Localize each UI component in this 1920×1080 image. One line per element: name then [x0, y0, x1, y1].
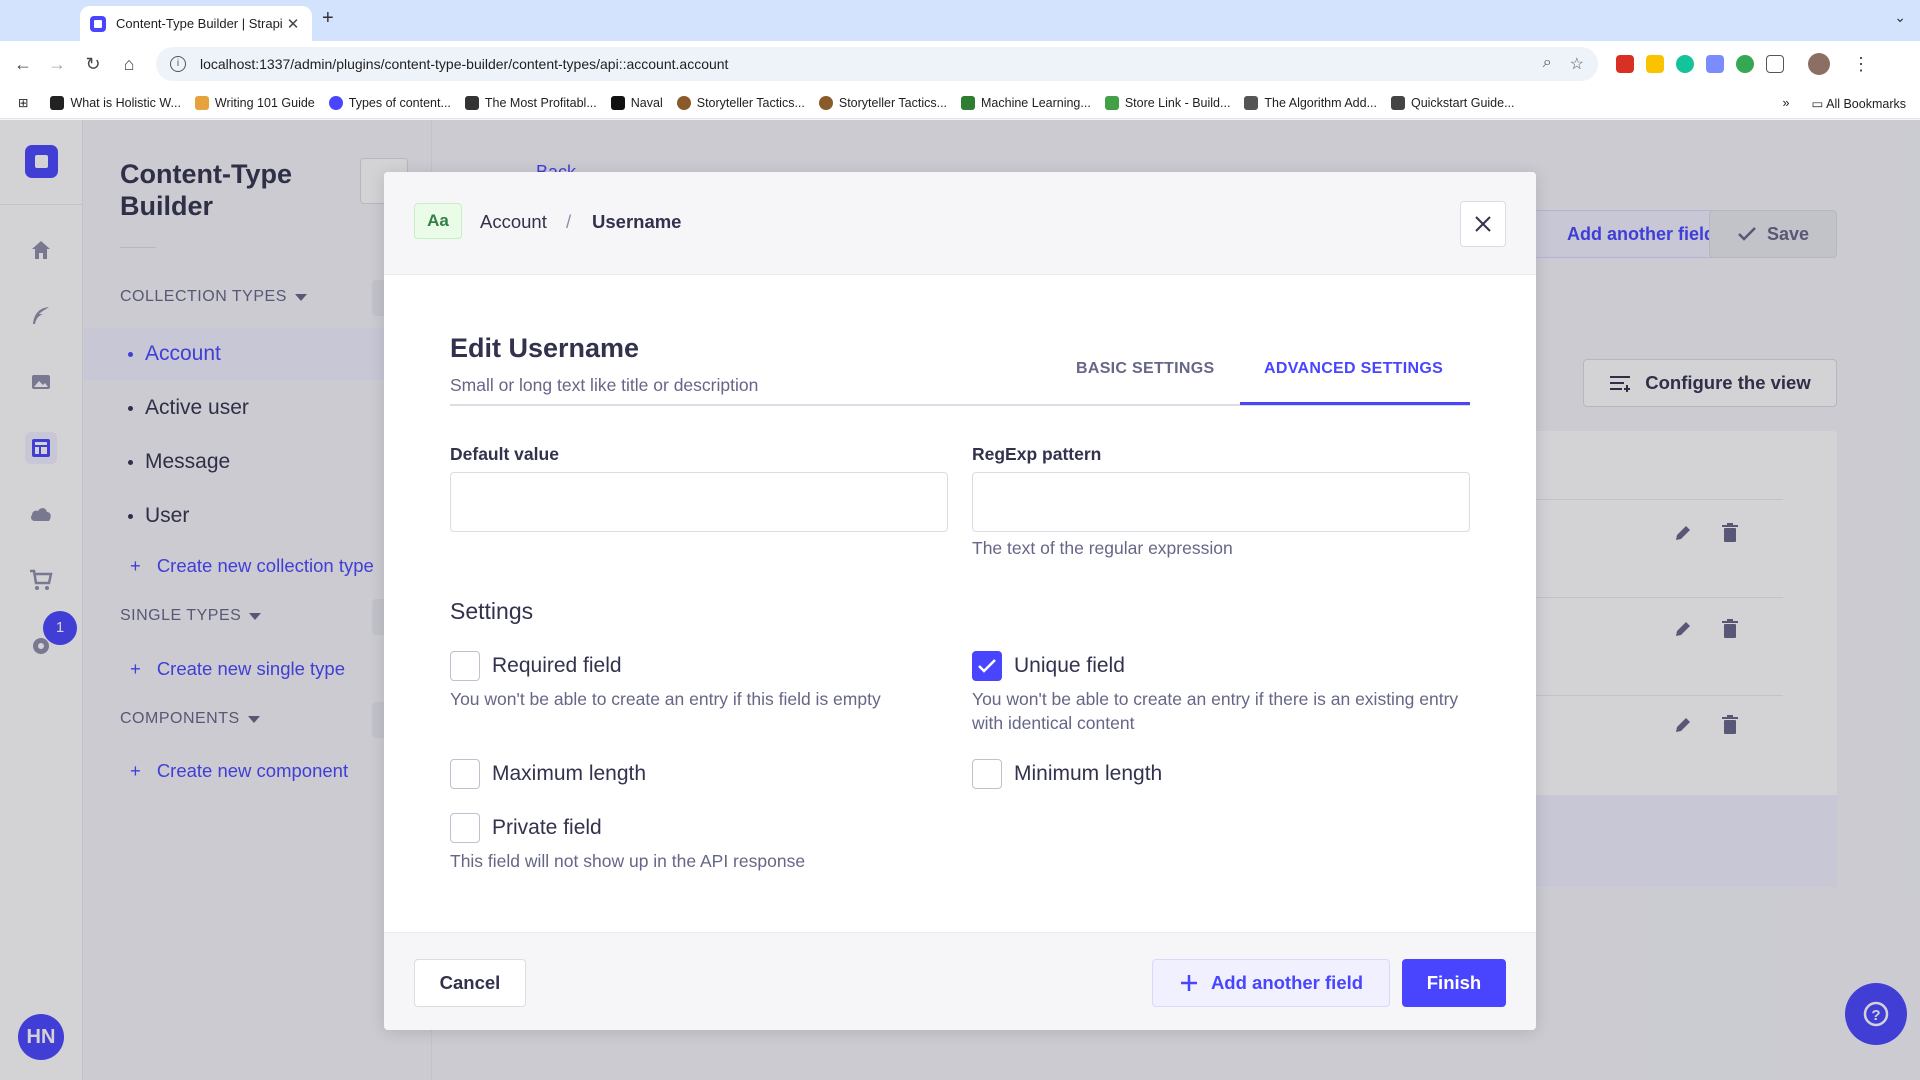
- bookmark-item[interactable]: Writing 101 Guide: [194, 95, 315, 110]
- bookmark-favicon-icon: [818, 95, 833, 110]
- unique-field-label[interactable]: Unique field: [1014, 654, 1125, 678]
- bookmark-item[interactable]: Storyteller Tactics...: [818, 95, 947, 110]
- bookmark-favicon-icon: [610, 95, 625, 110]
- tab-basic-settings[interactable]: BASIC SETTINGS: [1076, 360, 1214, 378]
- regexp-hint: The text of the regular expression: [972, 538, 1233, 558]
- close-icon: [1475, 216, 1491, 232]
- folder-icon: ▭: [1811, 96, 1824, 111]
- url-text[interactable]: localhost:1337/admin/plugins/content-typ…: [200, 56, 1543, 72]
- bookmarks-bar: ⊞ What is Holistic W... Writing 101 Guid…: [0, 87, 1920, 119]
- extension-doc-icon[interactable]: [1706, 55, 1724, 73]
- required-field-hint: You won't be able to create an entry if …: [450, 689, 881, 709]
- strapi-favicon-icon: [90, 15, 106, 32]
- min-length-label[interactable]: Minimum length: [1014, 762, 1162, 786]
- tab-title: Content-Type Builder | Strapi: [116, 16, 283, 31]
- all-bookmarks-folder[interactable]: ▭ All Bookmarks: [1812, 96, 1907, 111]
- active-tab-indicator: [1240, 402, 1470, 405]
- edit-field-modal: Aa Account / Username Edit Username Smal…: [384, 172, 1536, 1030]
- bookmark-item[interactable]: The Algorithm Add...: [1244, 95, 1377, 110]
- bookmark-item[interactable]: Machine Learning...: [961, 95, 1091, 110]
- browser-tab[interactable]: Content-Type Builder | Strapi ✕: [80, 6, 312, 41]
- extension-yellow-icon[interactable]: [1646, 55, 1664, 73]
- modal-title: Edit Username: [450, 333, 640, 363]
- bookmark-favicon-icon: [676, 95, 691, 110]
- address-bar[interactable]: i localhost:1337/admin/plugins/content-t…: [156, 47, 1598, 81]
- tab-search-chevron-icon[interactable]: ⌄: [1894, 9, 1906, 26]
- extension-red-icon[interactable]: [1616, 55, 1634, 73]
- extension-green-icon[interactable]: [1736, 55, 1754, 73]
- private-field-checkbox[interactable]: [450, 813, 480, 843]
- bookmark-item[interactable]: Naval: [610, 95, 663, 110]
- bookmark-item[interactable]: Storyteller Tactics...: [676, 95, 805, 110]
- unique-field-checkbox-row[interactable]: Unique field: [972, 651, 1125, 681]
- bookmark-favicon-icon: [1104, 95, 1119, 110]
- bookmark-item[interactable]: Types of content...: [328, 95, 451, 110]
- tab-advanced-settings[interactable]: ADVANCED SETTINGS: [1264, 360, 1443, 378]
- zoom-icon[interactable]: ⌕: [1543, 54, 1552, 74]
- regexp-pattern-label: RegExp pattern: [972, 444, 1102, 464]
- new-tab-button[interactable]: +: [322, 7, 334, 30]
- max-length-checkbox[interactable]: [450, 759, 480, 789]
- forward-arrow-icon[interactable]: →: [44, 51, 70, 77]
- home-icon[interactable]: ⌂: [116, 51, 142, 77]
- max-length-checkbox-row[interactable]: Maximum length: [450, 759, 646, 789]
- private-field-hint: This field will not show up in the API r…: [450, 851, 806, 871]
- checkmark-icon: [978, 659, 996, 673]
- site-info-icon[interactable]: i: [170, 56, 186, 72]
- breadcrumb-separator: /: [566, 211, 572, 232]
- bookmark-item[interactable]: The Most Profitabl...: [464, 95, 597, 110]
- bookmark-favicon-icon: [464, 95, 479, 110]
- reload-icon[interactable]: ↻: [80, 51, 106, 77]
- browser-tab-bar: Content-Type Builder | Strapi ✕ + ⌄: [0, 0, 1920, 41]
- settings-heading: Settings: [450, 598, 534, 624]
- text-type-icon: Aa: [414, 203, 462, 239]
- plus-icon: [1180, 975, 1197, 991]
- bookmark-star-icon[interactable]: ☆: [1570, 54, 1584, 74]
- add-another-field-button[interactable]: Add another field: [1152, 959, 1390, 1007]
- min-length-checkbox[interactable]: [972, 759, 1002, 789]
- required-field-checkbox[interactable]: [450, 651, 480, 681]
- private-field-checkbox-row[interactable]: Private field: [450, 813, 602, 843]
- browser-menu-icon[interactable]: ⋮: [1852, 54, 1870, 75]
- breadcrumb-current: Username: [592, 211, 682, 232]
- tab-close-icon[interactable]: ✕: [284, 15, 302, 33]
- bookmark-item[interactable]: What is Holistic W...: [50, 95, 181, 110]
- bookmark-favicon-icon: [328, 95, 343, 110]
- required-field-checkbox-row[interactable]: Required field: [450, 651, 622, 681]
- bookmark-favicon-icon: [1390, 95, 1405, 110]
- extensions-puzzle-icon[interactable]: [1766, 55, 1784, 73]
- breadcrumb-parent: Account: [480, 211, 547, 232]
- cancel-button[interactable]: Cancel: [414, 959, 526, 1007]
- modal-close-button[interactable]: [1460, 201, 1506, 247]
- finish-button[interactable]: Finish: [1402, 959, 1506, 1007]
- min-length-checkbox-row[interactable]: Minimum length: [972, 759, 1162, 789]
- apps-grid-icon[interactable]: ⊞: [18, 95, 28, 110]
- unique-field-checkbox[interactable]: [972, 651, 1002, 681]
- modal-subtitle: Small or long text like title or descrip…: [450, 375, 759, 395]
- back-arrow-icon[interactable]: ←: [10, 51, 36, 77]
- bookmark-favicon-icon: [961, 95, 976, 110]
- bookmarks-overflow-icon[interactable]: »: [1783, 96, 1790, 110]
- bookmark-item[interactable]: Quickstart Guide...: [1390, 95, 1515, 110]
- grammarly-icon[interactable]: [1676, 55, 1694, 73]
- default-value-input[interactable]: [450, 472, 948, 532]
- profile-avatar-icon[interactable]: [1808, 53, 1830, 75]
- bookmark-favicon-icon: [50, 95, 65, 110]
- private-field-label[interactable]: Private field: [492, 816, 602, 840]
- max-length-label[interactable]: Maximum length: [492, 762, 646, 786]
- browser-toolbar: ← → ↻ ⌂ i localhost:1337/admin/plugins/c…: [0, 41, 1920, 87]
- regexp-pattern-input[interactable]: [972, 472, 1470, 532]
- default-value-label: Default value: [450, 444, 559, 464]
- extensions-area: ⋮: [1616, 53, 1870, 75]
- bookmark-favicon-icon: [1244, 95, 1259, 110]
- modal-footer: Cancel Add another field Finish: [384, 932, 1536, 1030]
- modal-header: Aa Account / Username: [384, 172, 1536, 275]
- bookmark-item[interactable]: Store Link - Build...: [1104, 95, 1230, 110]
- unique-field-hint: You won't be able to create an entry if …: [972, 689, 1459, 733]
- bookmark-favicon-icon: [194, 95, 209, 110]
- required-field-label[interactable]: Required field: [492, 654, 622, 678]
